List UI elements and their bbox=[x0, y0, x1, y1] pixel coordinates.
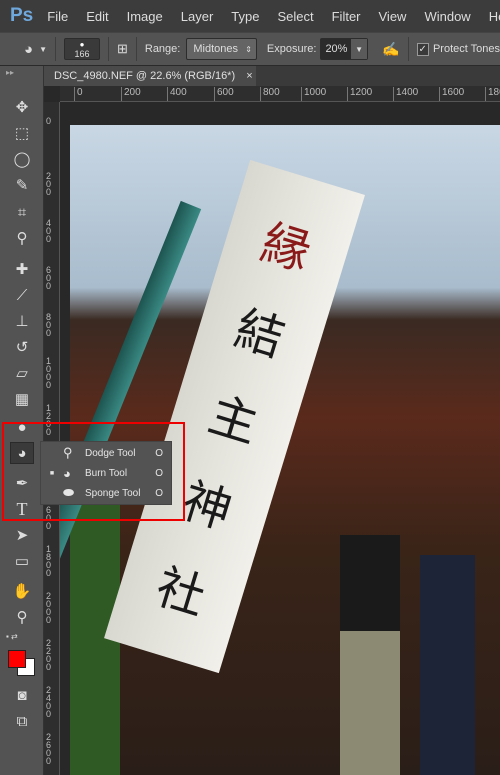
ruler-label: 0 bbox=[74, 87, 83, 101]
ruler-label: 2000 bbox=[46, 591, 52, 625]
options-bar: ◕ ▼ ● 166 ⊞ Range: Midtones ⇕ Exposure: 20… bbox=[0, 32, 500, 66]
menu-image[interactable]: Image bbox=[127, 9, 163, 24]
menu-help[interactable]: Help bbox=[489, 9, 500, 24]
protect-tones-label: Protect Tones bbox=[432, 43, 500, 55]
menu-edit[interactable]: Edit bbox=[86, 9, 108, 24]
burn-tool-preset-icon[interactable]: ◕ bbox=[24, 41, 33, 58]
history-brush-tool-icon[interactable]: ↺ bbox=[10, 336, 34, 358]
ruler-label: 200 bbox=[46, 171, 52, 197]
highlight-annotation-box bbox=[2, 422, 185, 521]
screen-mode-icon[interactable]: ⧉ bbox=[10, 710, 34, 732]
airbrush-panel-icon[interactable]: ⊞ bbox=[117, 41, 128, 57]
brush-size-picker[interactable]: ● 166 bbox=[63, 38, 101, 60]
menu-layer[interactable]: Layer bbox=[181, 9, 214, 24]
eraser-tool-icon[interactable]: ▱ bbox=[10, 362, 34, 384]
ruler-label: 600 bbox=[214, 87, 234, 101]
lasso-tool-icon[interactable]: ◯ bbox=[10, 148, 34, 170]
close-tab-icon[interactable]: × bbox=[246, 70, 252, 82]
move-tool-icon[interactable]: ✥ bbox=[10, 96, 34, 118]
menu-filter[interactable]: Filter bbox=[332, 9, 361, 24]
ruler-label: 1000 bbox=[301, 87, 326, 101]
healing-brush-tool-icon[interactable]: ✚ bbox=[10, 258, 34, 280]
pressure-icon[interactable]: ✍ bbox=[382, 41, 399, 58]
protect-tones-checkbox[interactable]: ✓ bbox=[416, 42, 429, 56]
menu-file[interactable]: File bbox=[47, 9, 68, 24]
eyedropper-tool-icon[interactable]: ⚲ bbox=[10, 227, 34, 249]
tools-panel: ▸▸ ✥ ⬚ ◯ ✎ ⌗ ⚲ ✚ ⟋ ⊥ ↺ ▱ ▦ ● ◕ ✒ T ➤ ▭ ✋… bbox=[0, 66, 44, 775]
rectangle-tool-icon[interactable]: ▭ bbox=[10, 550, 34, 572]
photo-person bbox=[420, 555, 475, 775]
photo-person bbox=[340, 535, 400, 775]
ruler-label: 0 bbox=[46, 116, 52, 126]
foreground-color-swatch[interactable] bbox=[8, 650, 26, 668]
hand-tool-icon[interactable]: ✋ bbox=[10, 580, 34, 602]
ruler-label: 1400 bbox=[393, 87, 418, 101]
menu-type[interactable]: Type bbox=[231, 9, 259, 24]
ruler-label: 2600 bbox=[46, 732, 52, 766]
ruler-label: 800 bbox=[260, 87, 280, 101]
gradient-tool-icon[interactable]: ▦ bbox=[10, 388, 34, 410]
document-tab-bar: DSC_4980.NEF @ 22.6% (RGB/16*) × bbox=[44, 66, 500, 86]
quick-mask-icon[interactable]: ◙ bbox=[10, 684, 34, 706]
ruler-label: 800 bbox=[46, 312, 52, 338]
ruler-label: 400 bbox=[46, 218, 52, 244]
ruler-label: 1000 bbox=[46, 356, 52, 390]
menu-bar: Ps File Edit Image Layer Type Select Fil… bbox=[0, 0, 500, 32]
exposure-label: Exposure: bbox=[266, 43, 317, 55]
menu-select[interactable]: Select bbox=[277, 9, 313, 24]
document-tab[interactable]: DSC_4980.NEF @ 22.6% (RGB/16*) × bbox=[44, 66, 256, 86]
ruler-label: 1800 bbox=[485, 87, 500, 101]
path-selection-tool-icon[interactable]: ➤ bbox=[10, 524, 34, 546]
ruler-label: 1200 bbox=[347, 87, 372, 101]
brush-tool-icon[interactable]: ⟋ bbox=[10, 284, 34, 306]
ruler-label: 200 bbox=[121, 87, 141, 101]
clone-stamp-tool-icon[interactable]: ⊥ bbox=[10, 310, 34, 332]
range-select[interactable]: Midtones ⇕ bbox=[186, 38, 257, 60]
horizontal-ruler: 0 200 400 600 800 1000 1200 1400 1600 18… bbox=[60, 86, 500, 102]
swap-colors-icon[interactable]: ▪ ⇄ bbox=[6, 632, 18, 641]
photo-banner: 縁結主神社 bbox=[104, 159, 366, 674]
ruler-label: 2200 bbox=[46, 638, 52, 672]
ruler-label: 2400 bbox=[46, 685, 52, 719]
preset-dropdown-arrow-icon[interactable]: ▼ bbox=[39, 45, 47, 54]
ruler-label: 1600 bbox=[439, 87, 464, 101]
menu-view[interactable]: View bbox=[379, 9, 407, 24]
crop-tool-icon[interactable]: ⌗ bbox=[10, 201, 34, 223]
range-label: Range: bbox=[144, 43, 181, 55]
photoshop-logo: Ps bbox=[10, 5, 34, 26]
exposure-input[interactable]: 20% ▼ bbox=[320, 38, 369, 60]
quick-selection-tool-icon[interactable]: ✎ bbox=[10, 174, 34, 196]
ruler-label: 400 bbox=[167, 87, 187, 101]
ruler-label: 1800 bbox=[46, 544, 52, 578]
menu-window[interactable]: Window bbox=[424, 9, 470, 24]
marquee-tool-icon[interactable]: ⬚ bbox=[10, 122, 34, 144]
collapse-icon[interactable]: ▸▸ bbox=[6, 68, 14, 77]
ruler-label: 600 bbox=[46, 265, 52, 291]
zoom-tool-icon[interactable]: ⚲ bbox=[10, 606, 34, 628]
